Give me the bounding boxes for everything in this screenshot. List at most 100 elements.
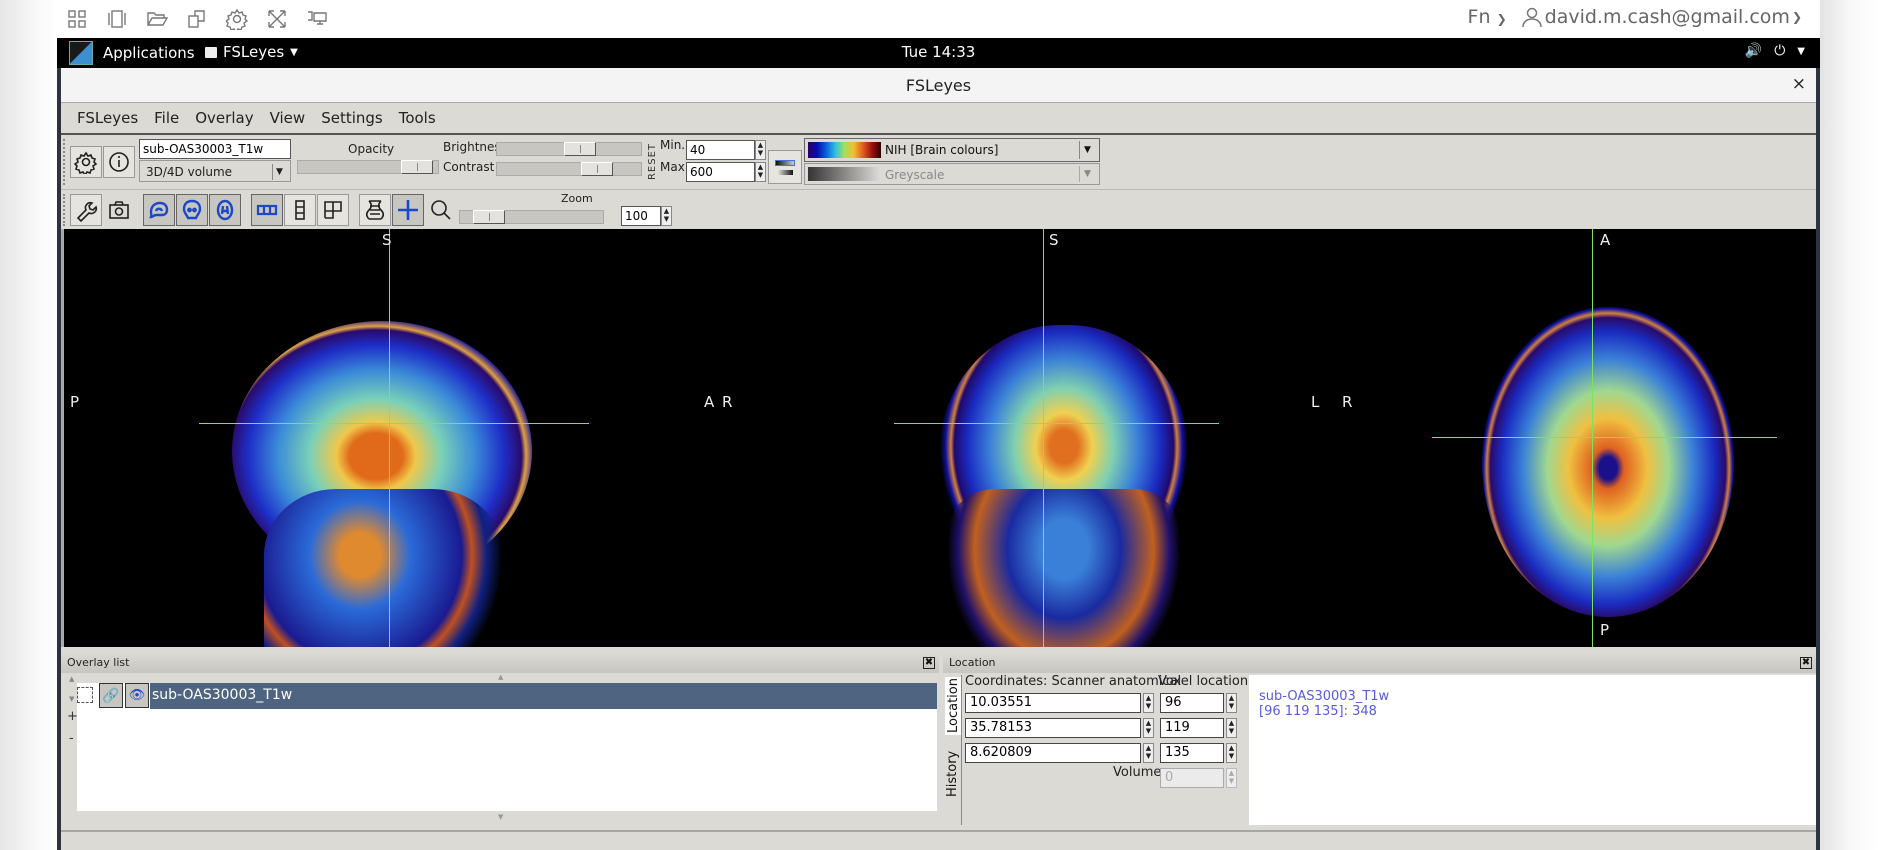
keyboard-layout-button[interactable]: Fn ❯ <box>1468 6 1507 28</box>
contrast-slider[interactable] <box>496 162 642 176</box>
min-spinner[interactable]: ▲ ▼ <box>755 140 766 160</box>
screenshot-button[interactable] <box>103 194 135 226</box>
brightness-slider[interactable] <box>496 142 642 156</box>
reset-range-button[interactable]: RESET <box>647 143 658 180</box>
axial-label-left: R <box>1342 393 1353 411</box>
menu-settings[interactable]: Settings <box>313 109 391 127</box>
overlay-type-value: 3D/4D volume <box>146 165 233 179</box>
overlay-name-field[interactable]: sub-OAS30003_T1w <box>139 139 291 159</box>
overlay-type-dropdown[interactable]: 3D/4D volume ▼ <box>139 160 291 182</box>
scroll-down-arrow[interactable]: ▼ <box>498 813 503 821</box>
brightness-slider-knob[interactable] <box>564 142 596 156</box>
colormap-swatch-icon <box>775 160 795 166</box>
layout-horizontal-button[interactable] <box>251 194 283 226</box>
coord-x-field[interactable]: 10.03551 <box>965 693 1141 713</box>
info-overlay-name: sub-OAS30003_T1w <box>1259 689 1390 704</box>
overlay-display-toolbar: sub-OAS30003_T1w 3D/4D volume ▼ Opacity … <box>61 135 1816 190</box>
opacity-slider[interactable] <box>297 160 439 174</box>
tab-location[interactable]: Location <box>945 677 962 735</box>
axial-view[interactable]: A P R L <box>1234 229 1816 647</box>
ortho-toolbar: Zoom 100 ▲ ▼ <box>61 190 1816 230</box>
display-icon[interactable] <box>297 3 337 35</box>
sagittal-view[interactable]: S P A <box>64 229 714 647</box>
menu-tools[interactable]: Tools <box>391 109 444 127</box>
active-app-menu[interactable]: FSLeyes ▼ <box>205 43 298 61</box>
overlay-list-close-button[interactable]: ✖ <box>923 657 935 669</box>
voxel-y-spinner[interactable]: ▲ ▼ <box>1226 718 1237 738</box>
window-close-button[interactable]: × <box>1792 74 1806 94</box>
movie-mode-button[interactable] <box>359 194 391 226</box>
min-value-field[interactable]: 40 <box>686 140 755 160</box>
coord-z-field[interactable]: 8.620809 <box>965 743 1141 763</box>
voxel-y-field[interactable]: 119 <box>1160 718 1224 738</box>
zoom-slider-knob[interactable] <box>473 210 505 224</box>
coord-z-spinner[interactable]: ▲ ▼ <box>1143 743 1154 763</box>
clock[interactable]: Tue 14:33 <box>902 43 976 61</box>
sagittal-brain-icon <box>149 201 169 219</box>
location-title: Location <box>949 656 996 669</box>
move-up-button[interactable]: ▲ <box>69 675 74 683</box>
voxel-x-spinner[interactable]: ▲ ▼ <box>1226 693 1237 713</box>
coord-y-field[interactable]: 35.78153 <box>965 718 1141 738</box>
contrast-slider-knob[interactable] <box>581 162 613 176</box>
coord-y-spinner[interactable]: ▲ ▼ <box>1143 718 1154 738</box>
negative-colormap-dropdown[interactable]: Greyscale ▼ <box>804 163 1100 185</box>
system-tray[interactable]: 🔊 ⏻ ▼ <box>1745 43 1805 59</box>
user-account-button[interactable]: david.m.cash@gmail.com ❯ <box>1521 6 1802 28</box>
layout-grid-button[interactable] <box>317 194 349 226</box>
remove-overlay-button[interactable]: - <box>69 731 74 746</box>
window-icon[interactable] <box>97 3 137 35</box>
save-overlay-icon[interactable] <box>77 687 93 703</box>
axial-crosshair-horizontal <box>1432 437 1777 438</box>
colormap-dropdown[interactable]: NIH [Brain colours] ▼ <box>804 138 1100 162</box>
toggle-sagittal-button[interactable] <box>143 194 175 226</box>
toggle-coronal-button[interactable] <box>176 194 208 226</box>
overlay-item-name[interactable]: sub-OAS30003_T1w <box>150 683 937 709</box>
menu-overlay[interactable]: Overlay <box>187 109 261 127</box>
copy-icon[interactable] <box>177 3 217 35</box>
axial-label-bottom: P <box>1600 621 1610 639</box>
coord-x-spinner[interactable]: ▲ ▼ <box>1143 693 1154 713</box>
menu-file[interactable]: File <box>146 109 187 127</box>
tab-history[interactable]: History <box>945 739 960 797</box>
zoom-spinner[interactable]: ▲ ▼ <box>661 206 672 226</box>
menu-fsleyes[interactable]: FSLeyes <box>69 109 146 127</box>
applications-menu[interactable]: Applications <box>69 41 195 65</box>
overlay-list-item[interactable]: 🔗 👁 sub-OAS30003_T1w <box>73 683 937 709</box>
menu-view[interactable]: View <box>262 109 314 127</box>
sagittal-crosshair-vertical <box>389 229 390 647</box>
max-value-field[interactable]: 600 <box>686 162 755 182</box>
max-label: Max. <box>660 160 689 174</box>
toggle-axial-button[interactable] <box>209 194 241 226</box>
voxel-z-spinner[interactable]: ▲ ▼ <box>1226 743 1237 763</box>
voxel-x-field[interactable]: 96 <box>1160 693 1224 713</box>
zoom-slider[interactable] <box>459 210 604 224</box>
link-icon[interactable]: 🔗 <box>99 683 123 708</box>
folder-open-icon[interactable] <box>137 3 177 35</box>
coronal-neck-image <box>949 489 1179 647</box>
menubar: FSLeyes File Overlay View Settings Tools <box>61 103 1816 135</box>
layout-vertical-icon <box>295 200 305 220</box>
overlay-settings-button[interactable] <box>70 146 102 178</box>
grid-apps-icon[interactable] <box>57 3 97 35</box>
ortho-view-canvas[interactable]: S P A S R L A P R L <box>61 229 1816 647</box>
max-spinner[interactable]: ▲ ▼ <box>755 162 766 182</box>
scroll-up-arrow[interactable]: ▲ <box>498 673 503 681</box>
settings-gear-icon[interactable] <box>217 3 257 35</box>
location-close-button[interactable]: ✖ <box>1800 657 1812 669</box>
desktop: Fn ❯ david.m.cash@gmail.com ❯ Applicatio… <box>0 0 1878 850</box>
fullscreen-icon[interactable] <box>257 3 297 35</box>
opacity-slider-knob[interactable] <box>401 160 433 174</box>
volume-icon: 🔊 <box>1744 43 1763 59</box>
coronal-view[interactable]: S R L <box>649 229 1319 647</box>
invert-colormap-button[interactable] <box>768 150 802 184</box>
view-settings-button[interactable] <box>70 194 102 226</box>
voxel-z-field[interactable]: 135 <box>1160 743 1224 763</box>
toolbar-grip[interactable] <box>63 194 66 226</box>
visibility-eye-icon[interactable]: 👁 <box>125 683 149 708</box>
zoom-value-field[interactable]: 100 <box>621 206 661 226</box>
overlay-info-button[interactable] <box>103 146 135 178</box>
toggle-cursor-button[interactable] <box>392 194 424 226</box>
toolbar-grip[interactable] <box>63 139 66 185</box>
layout-vertical-button[interactable] <box>284 194 316 226</box>
